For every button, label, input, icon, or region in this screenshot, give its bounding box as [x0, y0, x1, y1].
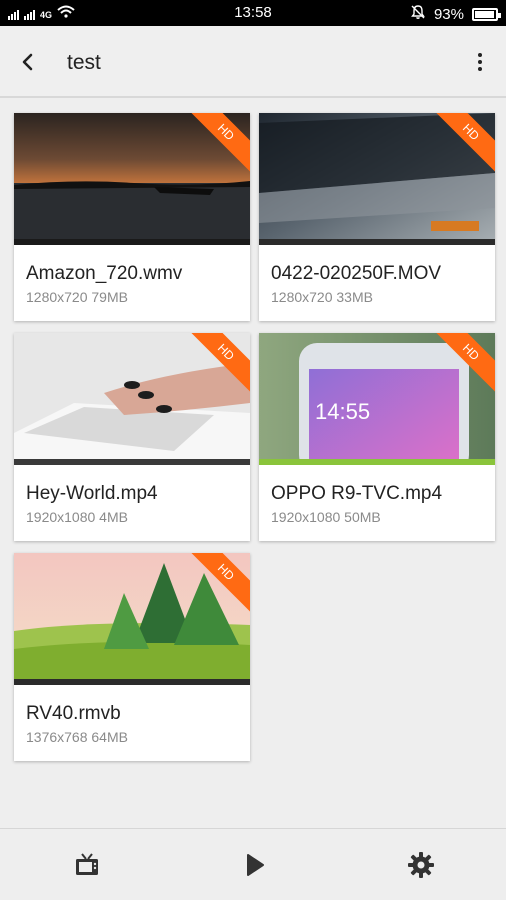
video-meta: 1280x720 79MB: [26, 289, 128, 305]
status-right: 93%: [410, 4, 501, 24]
video-meta: 1920x1080 4MB: [26, 509, 128, 525]
video-name: RV40.rmvb: [26, 703, 121, 724]
more-vert-icon[interactable]: [468, 50, 492, 74]
video-thumbnail: HD: [259, 113, 495, 245]
battery-percent: 93%: [433, 5, 464, 23]
video-meta: 1280x720 33MB: [271, 289, 373, 305]
video-card[interactable]: HD RV40.rmvb 1376x768 64MB: [14, 553, 250, 761]
video-thumbnail: HD: [14, 553, 250, 685]
page-title: test: [67, 51, 101, 74]
video-card[interactable]: HD Hey-World.mp4 1920x1080 4MB: [14, 333, 250, 541]
video-name: Amazon_720.wmv: [26, 263, 183, 284]
video-name: OPPO R9-TVC.mp4: [271, 483, 443, 504]
tv-icon[interactable]: [73, 851, 101, 879]
status-bar: 4G 13:58 93%: [0, 0, 506, 26]
battery-fill: [475, 10, 494, 18]
settings-gear-icon[interactable]: [407, 851, 435, 879]
video-name: 0422-020250F.MOV: [271, 263, 442, 284]
mute-bell-icon: [410, 4, 426, 24]
svg-text:14:55: 14:55: [315, 399, 370, 424]
video-card[interactable]: HD 0422-020250F.MOV 1280x720 33MB: [259, 113, 495, 321]
play-icon[interactable]: [241, 851, 269, 879]
video-thumbnail: HD: [14, 333, 250, 465]
video-thumbnail: HD: [14, 113, 250, 245]
app-bar: test: [0, 26, 506, 98]
video-thumbnail: 14:55 HD: [259, 333, 495, 465]
video-card[interactable]: HD Amazon_720.wmv 1280x720 79MB: [14, 113, 250, 321]
video-name: Hey-World.mp4: [26, 483, 158, 504]
video-meta: 1376x768 64MB: [26, 729, 128, 745]
back-arrow-icon[interactable]: [14, 48, 42, 76]
battery-icon: [472, 7, 501, 21]
video-card[interactable]: 14:55 HD OPPO R9-TVC.mp4 1920x1080 50MB: [259, 333, 495, 541]
video-meta: 1920x1080 50MB: [271, 509, 381, 525]
bottom-nav: [0, 828, 506, 900]
